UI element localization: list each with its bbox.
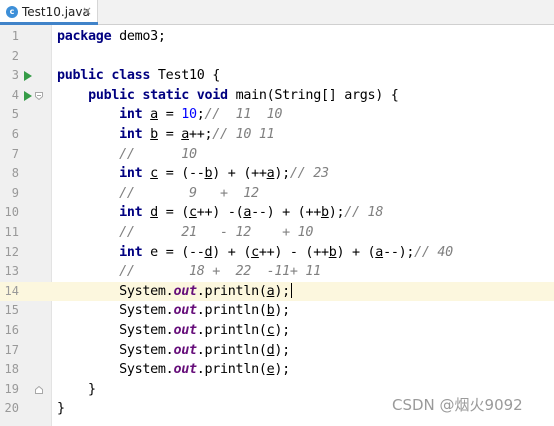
line-number: 15 xyxy=(4,303,19,318)
code-line-14-current[interactable]: 14 System.out.println(a); xyxy=(0,281,554,302)
text-caret xyxy=(290,283,292,299)
code-text: System.out.println(b); xyxy=(119,303,290,319)
line-number: 7 xyxy=(11,146,19,161)
code-line-10[interactable]: 10 int d = (c++) -(a--) + (++b);// 18 xyxy=(0,203,554,223)
fold-icon[interactable] xyxy=(35,91,43,100)
line-number: 17 xyxy=(4,342,19,357)
line-number: 6 xyxy=(11,127,19,141)
line-number: 14 xyxy=(4,283,19,298)
java-class-icon: c xyxy=(6,6,18,18)
line-number: 5 xyxy=(11,107,19,122)
line-number: 13 xyxy=(4,264,19,279)
line-number: 19 xyxy=(4,381,19,396)
line-number: 16 xyxy=(4,323,19,337)
code-line-8[interactable]: 8 int c = (--b) + (++a);// 23 xyxy=(0,164,554,184)
code-line-9[interactable]: 9 // 9 + 12 xyxy=(0,184,554,204)
code-line-16[interactable]: 16 System.out.println(c); xyxy=(0,321,554,341)
fold-icon[interactable] xyxy=(35,385,43,394)
code-line-17[interactable]: 17 System.out.println(d); xyxy=(0,341,554,361)
code-text: int a = 10;// 11 10 xyxy=(119,107,283,123)
code-text: System.out.println(e); xyxy=(119,362,290,378)
code-text: int c = (--b) + (++a);// 23 xyxy=(119,166,329,182)
code-line-4[interactable]: 4 public static void main(String[] args)… xyxy=(0,86,554,106)
code-line-5[interactable]: 5 int a = 10;// 11 10 xyxy=(0,105,554,125)
line-number: 11 xyxy=(4,225,19,239)
csdn-watermark: CSDN @烟火9092 xyxy=(392,396,523,414)
code-line-7[interactable]: 7 // 10 xyxy=(0,145,554,165)
line-number: 12 xyxy=(4,244,19,259)
code-text: // 18 + 22 -11+ 11 xyxy=(119,264,321,280)
code-line-18[interactable]: 18 System.out.println(e); xyxy=(0,360,554,380)
code-text: int d = (c++) -(a--) + (++b);// 18 xyxy=(119,205,384,221)
run-icon[interactable] xyxy=(24,90,32,101)
code-text: } xyxy=(57,401,65,417)
tab-filename: Test10.java xyxy=(22,5,90,19)
code-text: int b = a++;// 10 11 xyxy=(119,127,275,142)
code-text: System.out.println(a); xyxy=(119,283,292,299)
code-text: public class Test10 { xyxy=(57,68,221,84)
code-text: package demo3; xyxy=(57,29,166,44)
line-number: 10 xyxy=(4,205,19,220)
code-line-13[interactable]: 13 // 18 + 22 -11+ 11 xyxy=(0,262,554,282)
code-text: public static void main(String[] args) { xyxy=(88,87,399,103)
line-number: 3 xyxy=(11,68,19,83)
code-text: // 21 - 12 + 10 xyxy=(119,225,314,240)
line-number: 4 xyxy=(11,87,19,102)
code-text: } xyxy=(57,381,96,397)
line-number: 2 xyxy=(11,48,19,63)
editor-tab-bar: c Test10.java × xyxy=(0,0,554,25)
line-number: 8 xyxy=(11,166,19,181)
code-text: // 9 + 12 xyxy=(119,185,259,201)
line-number: 18 xyxy=(4,362,19,377)
line-number: 9 xyxy=(11,185,19,200)
code-text: System.out.println(d); xyxy=(119,342,290,358)
code-text: int e = (--d) + (c++) - (++b) + (a--);//… xyxy=(119,244,453,260)
close-icon[interactable]: × xyxy=(82,4,92,18)
code-line-12[interactable]: 12 int e = (--d) + (c++) - (++b) + (a--)… xyxy=(0,243,554,263)
line-number: 20 xyxy=(4,401,19,416)
code-line-3[interactable]: 3 public class Test10 { xyxy=(0,66,554,86)
code-text: System.out.println(c); xyxy=(119,323,290,338)
code-line-11[interactable]: 11 // 21 - 12 + 10 xyxy=(0,223,554,243)
code-line-15[interactable]: 15 System.out.println(b); xyxy=(0,301,554,321)
code-line-6[interactable]: 6 int b = a++;// 10 11 xyxy=(0,125,554,145)
code-line-2[interactable]: 2 xyxy=(0,47,554,67)
line-number: 1 xyxy=(11,29,19,43)
code-text: // 10 xyxy=(119,146,197,162)
tab-test10-java[interactable]: c Test10.java × xyxy=(0,0,98,25)
run-icon[interactable] xyxy=(24,70,32,81)
code-line-1[interactable]: 1 package demo3; xyxy=(0,27,554,47)
